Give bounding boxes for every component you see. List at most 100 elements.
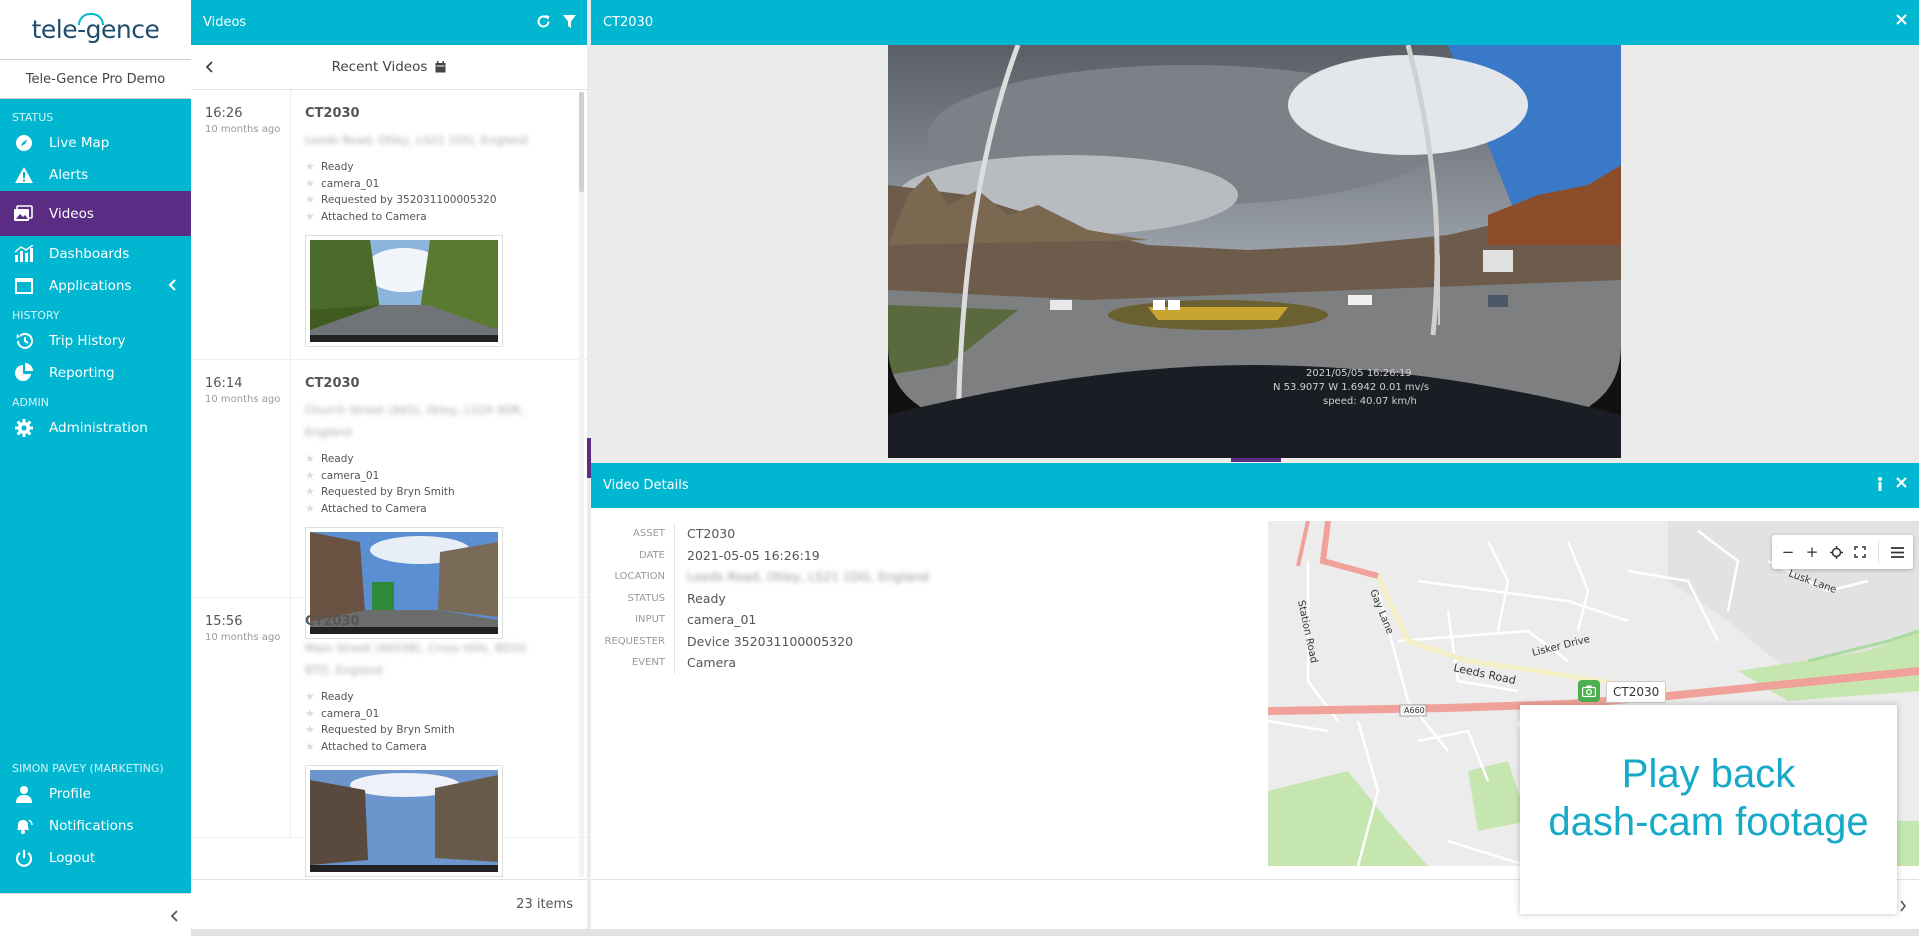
attr-text: Ready — [321, 161, 354, 173]
filter-icon[interactable] — [562, 14, 577, 29]
vehicle-marker-label: CT2030 — [1606, 681, 1667, 703]
attr-text: Requested by Bryn Smith — [321, 486, 455, 498]
star-icon: ★ — [305, 690, 315, 703]
details-table: ASSET CT2030 DATE 2021-05-05 16:26:19 LOCA… — [591, 523, 929, 674]
sidebar-item-trip-history[interactable]: Trip History — [0, 325, 191, 357]
chevron-left-icon — [169, 908, 179, 927]
section-admin-label: ADMIN — [12, 396, 49, 409]
video-location: Church Street (A65), Ilkley, LS29 9DR, E… — [305, 403, 525, 439]
sidebar-item-label: Alerts — [49, 167, 89, 183]
video-location: Leeds Road, Otley, LS21 1DG, England — [305, 133, 528, 147]
list-scrollbar-thumb[interactable] — [579, 92, 584, 192]
video-attr-input: ★ camera_01 — [305, 706, 587, 723]
star-icon: ★ — [305, 209, 315, 223]
sidebar-collapse-button[interactable] — [0, 893, 191, 936]
bar-chart-icon — [13, 244, 35, 264]
video-asset: CT2030 — [305, 614, 360, 629]
video-asset: CT2030 — [305, 106, 360, 121]
star-icon: ★ — [305, 160, 315, 173]
org-name[interactable]: Tele-Gence Pro Demo — [0, 59, 191, 99]
vehicle-marker[interactable] — [1578, 680, 1600, 702]
video-list-item[interactable]: 16:14 10 months ago CT2030 Church Street… — [191, 360, 587, 639]
sidebar-item-notifications[interactable]: Notifications — [0, 810, 191, 842]
detail-value: Ready — [687, 590, 726, 606]
video-attr-event: ★ Attached to Camera — [305, 501, 587, 518]
sidebar-item-administration[interactable]: Administration — [0, 412, 191, 444]
attr-text: Requested by 352031100005320 — [321, 194, 497, 206]
sidebar-item-logout[interactable]: Logout — [0, 842, 191, 874]
sidebar-item-live-map[interactable]: Live Map — [0, 127, 191, 159]
fullscreen-icon[interactable] — [1850, 542, 1870, 562]
video-player[interactable]: 2021/05/05 16:26:19 N 53.9077 W 1.6942 0… — [888, 45, 1621, 458]
sidebar: tele-gence Tele-Gence Pro Demo STATUS Li… — [0, 0, 191, 936]
promo-callout: Play back dash-cam footage — [1520, 705, 1897, 914]
detail-value: Device 352031100005320 — [687, 633, 854, 649]
detail-row-requester: REQUESTER Device 352031100005320 — [591, 630, 929, 652]
sidebar-item-profile[interactable]: Profile — [0, 778, 191, 810]
detail-row-input: INPUT camera_01 — [591, 609, 929, 631]
detail-row-date: DATE 2021-05-05 16:26:19 — [591, 544, 929, 566]
calendar-icon[interactable] — [435, 61, 446, 73]
chevron-right-icon[interactable] — [1899, 897, 1907, 916]
video-progress-bar[interactable] — [1231, 458, 1281, 462]
logo-area[interactable]: tele-gence — [0, 0, 191, 59]
video-time: 16:14 — [205, 376, 243, 391]
video-attr-input: ★ camera_01 — [305, 468, 587, 485]
star-icon: ★ — [305, 706, 315, 720]
sidebar-item-label: Notifications — [49, 818, 134, 834]
zoom-in-icon[interactable]: + — [1802, 542, 1822, 562]
map-controls: − + — [1772, 535, 1913, 569]
section-status-label: STATUS — [12, 111, 54, 124]
close-icon[interactable] — [1896, 477, 1907, 488]
sidebar-item-reporting[interactable]: Reporting — [0, 357, 191, 389]
video-attr-requester: ★ Requested by Bryn Smith — [305, 722, 587, 739]
info-icon[interactable] — [1877, 477, 1883, 492]
promo-line-1: Play back — [1621, 751, 1796, 796]
videos-subtitle: Recent Videos — [331, 59, 428, 75]
refresh-icon[interactable] — [536, 14, 551, 29]
section-history-label: HISTORY — [12, 309, 60, 322]
video-list-item[interactable]: 15:56 10 months ago CT2030 Main Street (… — [191, 598, 587, 877]
video-overlay-timestamp: 2021/05/05 16:26:19 — [1306, 368, 1412, 379]
sidebar-item-dashboards[interactable]: Dashboards — [0, 238, 191, 270]
details-panel-title: Video Details — [603, 478, 689, 493]
sidebar-item-label: Logout — [49, 850, 96, 866]
chevron-left-icon[interactable] — [205, 60, 215, 78]
chevron-left-icon — [167, 278, 177, 296]
sidebar-item-applications[interactable]: Applications — [0, 270, 191, 302]
sidebar-item-alerts[interactable]: Alerts — [0, 159, 191, 191]
star-icon: ★ — [305, 723, 315, 736]
zoom-out-icon[interactable]: − — [1778, 542, 1798, 562]
sidebar-item-label: Profile — [49, 786, 91, 802]
menu-icon[interactable] — [1887, 542, 1907, 562]
video-attr-status: ★ Ready — [305, 451, 587, 468]
detail-key: LOCATION — [591, 566, 675, 588]
sidebar-item-label: Applications — [49, 278, 132, 294]
user-icon — [13, 784, 35, 804]
video-info: CT2030 Leeds Road, Otley, LS21 1DG, Engl… — [291, 90, 587, 359]
detail-key: EVENT — [591, 652, 675, 674]
video-time-column: 16:14 10 months ago — [191, 360, 291, 597]
video-attr-status: ★ Ready — [305, 689, 587, 706]
star-icon: ★ — [305, 485, 315, 498]
list-scrollbar-track[interactable] — [579, 92, 584, 877]
videos-list[interactable]: 16:26 10 months ago CT2030 Leeds Road, O… — [191, 90, 587, 878]
video-thumbnail[interactable] — [305, 765, 503, 877]
videos-list-footer: 23 items — [191, 879, 587, 929]
detail-key: STATUS — [591, 587, 675, 609]
detail-value: camera_01 — [687, 612, 757, 628]
video-age: 10 months ago — [205, 632, 281, 643]
detail-value: Camera — [687, 655, 737, 671]
sidebar-item-label: Reporting — [49, 365, 115, 381]
video-attributes: ★ Ready ★ camera_01 ★ Requested by Bryn Smi… — [305, 689, 587, 755]
attr-text: camera_01 — [321, 707, 380, 720]
sidebar-item-videos[interactable]: Videos — [0, 191, 191, 236]
camera-icon — [1581, 682, 1597, 701]
locate-icon[interactable] — [1826, 542, 1846, 562]
video-list-item[interactable]: 16:26 10 months ago CT2030 Leeds Road, O… — [191, 90, 587, 360]
video-attr-requester: ★ Requested by 352031100005320 — [305, 192, 587, 209]
video-overlay-speed: speed: 40.07 km/h — [1323, 396, 1417, 407]
video-attr-requester: ★ Requested by Bryn Smith — [305, 484, 587, 501]
video-thumbnail[interactable] — [305, 235, 503, 347]
close-icon[interactable] — [1896, 14, 1907, 25]
